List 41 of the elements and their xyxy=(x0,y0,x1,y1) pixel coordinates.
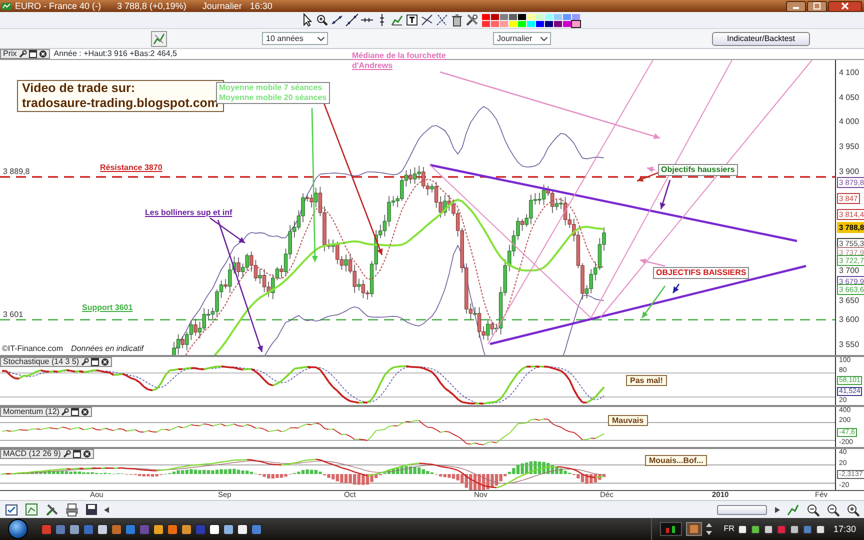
axis-tick-label: 3 700 xyxy=(839,266,860,275)
banner-text: Video de trade sur: xyxy=(22,81,136,96)
summary-text: Année : +Haut:3 916 +Bas:2 464,5 xyxy=(54,49,177,59)
time-label: 16:30 xyxy=(250,0,272,12)
axis-tick-label: 3 900 xyxy=(839,166,860,176)
indicator-backtest-button[interactable]: Indicateur/Backtest xyxy=(712,32,810,46)
axis-tick-label: 4 050 xyxy=(839,92,860,102)
annotation-text: Médiane de la fourchette xyxy=(352,51,446,61)
language-indicator[interactable]: FR xyxy=(724,524,734,534)
axis-tick-label: 3 950 xyxy=(839,142,860,152)
annotation-text: OBJECTIFS BAISSIERS xyxy=(656,268,746,278)
annotation-text: Support 3601 xyxy=(82,303,133,313)
comment-label: Pas mal! xyxy=(626,375,667,386)
panel-title: MACD (12 26 9) xyxy=(3,449,61,459)
axis-tick-label: 4 100 xyxy=(839,68,860,78)
clock[interactable]: 17:30 xyxy=(833,524,856,534)
window-title: EURO - France 40 (-) xyxy=(15,0,102,12)
annotation-text: Objectifs haussiers xyxy=(661,165,735,175)
comment-label: Mouais...Bof... xyxy=(645,455,708,466)
panel-title: Prix xyxy=(3,49,17,59)
annotation-text: Moyenne mobile 7 séances xyxy=(219,83,324,93)
panel-title: Stochastique (14 3 5) xyxy=(3,357,80,367)
support-level-label: 3 601 xyxy=(3,310,24,319)
panel-title: Momentum (12) xyxy=(3,407,60,417)
interval-select[interactable]: Journalier xyxy=(493,32,551,45)
annotation-text: Les bolliners sup et inf xyxy=(145,208,232,218)
annotation-text: Résistance 3870 xyxy=(100,163,162,173)
banner-text: tradosaure-trading.blogspot.com xyxy=(22,96,219,111)
disclaimer-text: Données en indicatif xyxy=(71,344,144,354)
annotation-text: d'Andrews xyxy=(352,61,394,71)
quote-text: 3 788,8 (+0,19%) xyxy=(117,0,186,12)
resistance-level-label: 3 889,8 xyxy=(3,166,30,176)
comment-label: Mauvais xyxy=(608,415,648,426)
period-label: Journalier xyxy=(202,0,242,12)
annotation-text: Moyenne mobile 20 séances xyxy=(219,93,327,103)
axis-tick-label: 3 650 xyxy=(839,296,860,305)
axis-tick-label: 3 550 xyxy=(839,340,860,350)
axis-tick-label: 4 000 xyxy=(839,117,860,127)
credit-text: ©IT-Finance.com xyxy=(2,344,64,354)
range-select[interactable]: 10 années xyxy=(262,32,328,45)
axis-tick-label: 3 600 xyxy=(839,315,860,324)
